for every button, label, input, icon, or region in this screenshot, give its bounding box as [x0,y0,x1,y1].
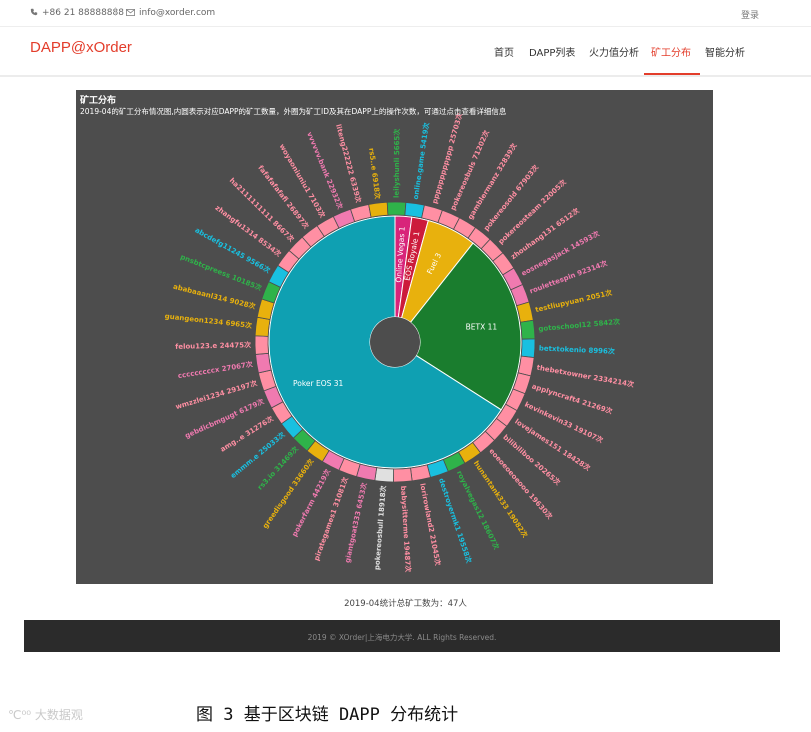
phone-icon [30,8,38,16]
divider: | [114,7,118,17]
sunburst-chart: Online Vegas 1EOS Royale 1 Fuel 3BETX 11P… [164,112,635,573]
outer-segment[interactable] [517,355,535,377]
outer-segment[interactable] [254,316,271,337]
chart-title: 矿工分布 [80,96,117,106]
active-tab-indicator [644,73,700,75]
inner-label: BETX 11 [466,322,498,331]
copyright-text: 2019 © XOrder|上海电力大学. ALL Rights Reserve… [307,633,497,642]
outer-label: pokereosold 67903次 [482,163,541,233]
outer-label: pokereosteam 22005次 [496,177,568,245]
email-text: info@xorder.com [139,8,216,18]
outer-segment[interactable] [520,338,536,359]
center-hole [370,317,420,367]
phone-contact: +86 21 88888888 [30,8,124,18]
login-link[interactable]: 登录 [741,8,759,21]
outer-label: guangeon1234 6965次 [164,311,252,330]
nav-miner-distribution[interactable]: 矿工分布 [651,44,691,59]
miner-distribution-chart: Online Vegas 1 EOS Royale 1 Fuel 3 BETX 11 P… [76,90,713,584]
outer-label: thebetxowner 2334214次 [536,363,635,389]
nav-smart-analysis[interactable]: 智能分析 [705,44,745,59]
outer-label: gotoschool12 5842次 [538,317,620,333]
nav-dapp-list[interactable]: DAPP列表 [529,44,575,59]
outer-label: hunantank333 19082次 [472,459,530,539]
outer-segment[interactable] [254,335,269,355]
outer-label: leilyshunli 5665次 [392,129,402,198]
outer-label: cccccccccx 27067次 [177,359,253,380]
outer-segment[interactable] [404,201,425,219]
mail-icon [126,9,135,16]
main-navbar: DAPP@xOrder 首页 DAPP列表 火力值分析 矿工分布 智能分析 [0,27,811,77]
inner-label: Poker EOS 31 [293,379,344,388]
watermark-logo-icon: ℃⁰⁰ [8,708,35,722]
top-contact-bar: +86 21 88888888 | info@xorder.com 登录 [0,0,811,27]
figure-caption: 图 3 基于区块链 DAPP 分布统计 [196,705,459,725]
nav-home[interactable]: 首页 [494,44,514,59]
nav-firepower-analysis[interactable]: 火力值分析 [589,44,639,59]
outer-segment[interactable] [520,319,536,340]
outer-label: felou123.e 24475次 [175,340,251,351]
outer-label: babysitterme 19487次 [399,485,413,572]
outer-segment[interactable] [386,201,407,216]
outer-segment[interactable] [410,464,431,482]
outer-label: pokereosbull 18918次 [372,485,388,570]
outer-segment[interactable] [368,201,389,218]
outer-label: testliupyuan 2051次 [534,288,613,314]
phone-text: +86 21 88888888 [42,8,124,18]
miner-count-summary: 2019-04统计总矿工数为：47人 [344,599,467,609]
outer-label: giantgoat333 6453次 [343,482,369,564]
outer-label: lorirowland2 21045次 [418,482,443,566]
page-footer: 2019 © XOrder|上海电力大学. ALL Rights Reserve… [24,620,780,652]
outer-segment[interactable] [255,352,272,374]
chart-subtitle: 2019-04的矿工分布情况图,内圆表示对应DAPP的矿工数量，外圈为矿工ID及… [80,107,507,116]
outer-label: online.game 5419次 [411,122,431,200]
outer-label: ha2111111111 8667次 [228,176,296,244]
outer-segment[interactable] [393,467,413,483]
email-contact[interactable]: info@xorder.com [126,8,215,18]
watermark-text: 大数据观 [34,708,83,722]
outer-label: betxtokenio 8996次 [539,343,615,355]
outer-label: eoeoeoeoeooo 19630次 [487,447,554,521]
outer-segment[interactable] [374,467,394,483]
watermark: ℃⁰⁰ 大数据观 [8,706,83,723]
brand-logo[interactable]: DAPP@xOrder [30,39,132,56]
outer-label: rs5..e 6918次 [367,147,382,199]
